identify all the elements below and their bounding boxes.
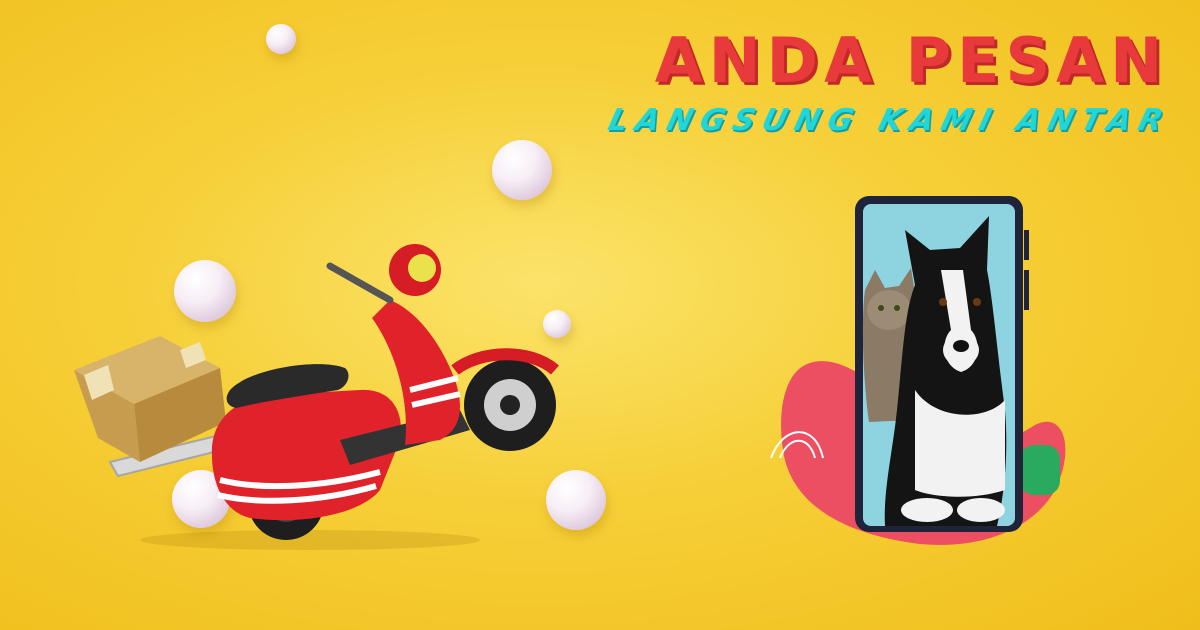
sphere-decoration (266, 24, 296, 54)
headline-subtitle: LANGSUNG KAMI ANTAR (604, 103, 1175, 138)
phone-illustration (770, 196, 1066, 545)
banner: ANDA PESAN LANGSUNG KAMI ANTAR (0, 0, 1200, 630)
sphere-decoration (492, 140, 552, 200)
headline-title: ANDA PESAN (654, 24, 1168, 97)
scooter-illustration (74, 244, 559, 550)
